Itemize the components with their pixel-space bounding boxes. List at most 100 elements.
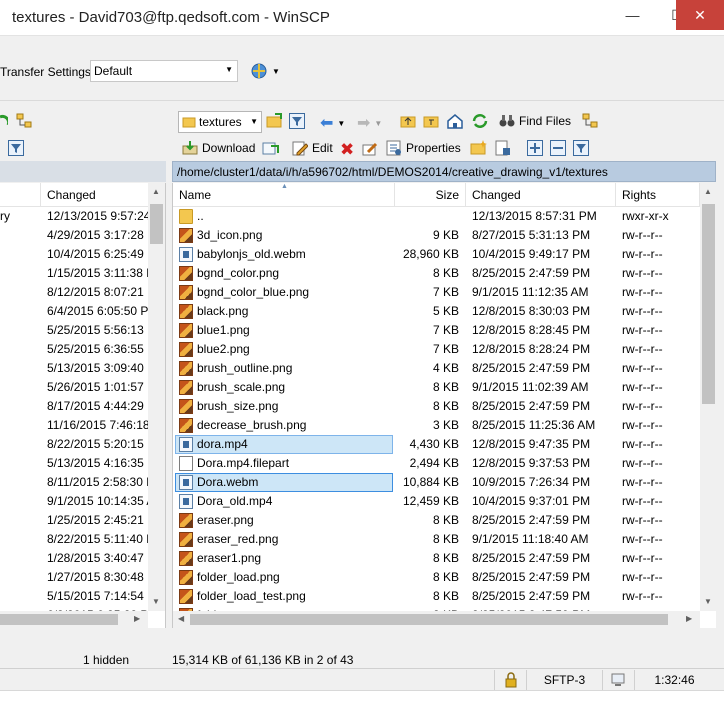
toolbar-divider bbox=[0, 100, 724, 101]
local-vertical-scrollbar[interactable]: ▲ ▼ bbox=[148, 183, 165, 611]
local-file-row[interactable]: 1/15/2015 3:11:38 P bbox=[0, 264, 165, 283]
download-button[interactable]: Download bbox=[182, 140, 255, 156]
image-file-icon bbox=[179, 399, 193, 414]
remote-file-row[interactable]: dora.mp4 4,430 KB 12/8/2015 9:47:35 PM rw-r… bbox=[173, 435, 716, 454]
filter-selection-button[interactable] bbox=[573, 140, 589, 156]
local-file-row[interactable]: 1/25/2015 2:45:21 P bbox=[0, 511, 165, 530]
remote-column-changed[interactable]: Changed bbox=[466, 183, 616, 207]
left-path-bar bbox=[0, 161, 166, 182]
local-file-row[interactable]: 8/22/2015 5:20:15 P bbox=[0, 435, 165, 454]
local-file-name bbox=[0, 340, 40, 359]
remote-file-row[interactable]: eraser_red.png 8 KB 9/1/2015 11:18:40 AM rw… bbox=[173, 530, 716, 549]
select-files-button[interactable] bbox=[527, 140, 543, 156]
remote-file-row[interactable]: Dora_old.mp4 12,459 KB 10/4/2015 9:37:01 P… bbox=[173, 492, 716, 511]
local-file-row[interactable]: 6/4/2015 6:05:50 PI bbox=[0, 302, 165, 321]
refresh-button[interactable] bbox=[471, 113, 489, 129]
local-file-row[interactable]: 8/12/2015 8:07:21 P bbox=[0, 283, 165, 302]
find-files-button[interactable]: Find Files bbox=[499, 113, 571, 129]
remote-horizontal-scrollbar[interactable]: ◀ ▶ bbox=[173, 611, 700, 628]
left-tree-button[interactable] bbox=[16, 113, 34, 129]
remote-file-row[interactable]: blue2.png 7 KB 12/8/2015 8:28:24 PM rw-r--r… bbox=[173, 340, 716, 359]
remote-file-row[interactable]: folder_load_test.png 8 KB 8/25/2015 2:47:5… bbox=[173, 587, 716, 606]
remote-file-row[interactable]: black.png 5 KB 12/8/2015 8:30:03 PM rw-r--r… bbox=[173, 302, 716, 321]
remote-file-row[interactable]: eraser1.png 8 KB 8/25/2015 2:47:59 PM rw-r-… bbox=[173, 549, 716, 568]
close-button[interactable]: ✕ bbox=[676, 0, 724, 30]
remote-vertical-scrollbar[interactable]: ▲ ▼ bbox=[700, 183, 716, 611]
remote-file-row[interactable]: decrease_brush.png 3 KB 8/25/2015 11:25:36… bbox=[173, 416, 716, 435]
forward-button[interactable]: ➡ ▼ bbox=[357, 113, 382, 133]
download-queue-icon bbox=[262, 142, 279, 155]
remote-file-row[interactable]: Dora.webm 10,884 KB 10/9/2015 7:26:34 PM rw… bbox=[173, 473, 716, 492]
unselect-files-button[interactable] bbox=[550, 140, 566, 156]
remote-file-row[interactable]: bgnd_color.png 8 KB 8/25/2015 2:47:59 PM rw… bbox=[173, 264, 716, 283]
filter-button[interactable] bbox=[289, 113, 305, 129]
tree-button[interactable] bbox=[582, 113, 600, 129]
local-column-name[interactable] bbox=[0, 183, 41, 207]
remote-file-row[interactable]: blue1.png 7 KB 12/8/2015 8:28:45 PM rw-r--r… bbox=[173, 321, 716, 340]
remote-column-name[interactable]: Name ▲ bbox=[173, 183, 395, 207]
folder-open-icon bbox=[266, 113, 282, 128]
remote-file-row[interactable]: brush_outline.png 4 KB 8/25/2015 2:47:59 P… bbox=[173, 359, 716, 378]
local-file-row[interactable]: 5/25/2015 5:56:13 P bbox=[0, 321, 165, 340]
local-file-row[interactable]: 8/17/2015 4:44:29 P bbox=[0, 397, 165, 416]
new-folder-button[interactable] bbox=[470, 140, 488, 156]
remote-file-row[interactable]: brush_size.png 8 KB 8/25/2015 2:47:59 PM rw… bbox=[173, 397, 716, 416]
download-options-button[interactable] bbox=[262, 140, 280, 156]
local-file-row[interactable]: 1/27/2015 8:30:48 P bbox=[0, 568, 165, 587]
home-directory-button[interactable] bbox=[446, 113, 464, 129]
remote-file-panel[interactable]: Name ▲ Size Changed Rights .. 12/13/2015 … bbox=[172, 183, 716, 628]
remote-file-row[interactable]: .. 12/13/2015 8:57:31 PM rwxr-xr-x bbox=[173, 207, 716, 226]
properties-button[interactable]: Properties bbox=[386, 140, 461, 156]
local-file-panel[interactable]: Changed ry 12/13/2015 9:57:24 4/29/2015 3:… bbox=[0, 183, 166, 628]
properties-label: Properties bbox=[406, 141, 461, 155]
local-file-row[interactable]: 10/4/2015 6:25:49 P bbox=[0, 245, 165, 264]
local-scroll-thumb[interactable] bbox=[150, 204, 163, 244]
local-horizontal-scrollbar[interactable]: ▶ bbox=[0, 611, 148, 628]
remote-hscroll-thumb[interactable] bbox=[190, 614, 668, 625]
remote-scroll-thumb[interactable] bbox=[702, 204, 715, 404]
delete-button[interactable]: ✖ bbox=[340, 140, 354, 160]
minimize-button[interactable]: — bbox=[610, 0, 655, 30]
remote-file-row[interactable]: folder_load.png 8 KB 8/25/2015 2:47:59 PM r… bbox=[173, 568, 716, 587]
directory-select[interactable]: textures ▼ bbox=[178, 111, 262, 133]
remote-column-rights[interactable]: Rights bbox=[616, 183, 700, 207]
encryption-indicator[interactable] bbox=[494, 670, 526, 690]
local-file-row[interactable]: 4/29/2015 3:17:28 P bbox=[0, 226, 165, 245]
rename-button[interactable] bbox=[362, 140, 378, 156]
open-directory-button[interactable] bbox=[266, 113, 284, 129]
local-file-row[interactable]: 1/28/2015 3:40:47 P bbox=[0, 549, 165, 568]
remote-file-row[interactable]: Dora.mp4.filepart 2,494 KB 12/8/2015 9:37:… bbox=[173, 454, 716, 473]
remote-file-rights: rw-r--r-- bbox=[622, 589, 663, 603]
edit-button[interactable]: Edit bbox=[292, 140, 333, 156]
local-file-row[interactable]: 5/15/2015 7:14:54 P bbox=[0, 587, 165, 606]
local-file-row[interactable]: 5/13/2015 3:09:40 P bbox=[0, 359, 165, 378]
image-file-icon bbox=[179, 323, 193, 338]
local-file-row[interactable]: 9/1/2015 10:14:35 A bbox=[0, 492, 165, 511]
compression-indicator[interactable] bbox=[602, 670, 634, 690]
remote-file-row[interactable]: eraser.png 8 KB 8/25/2015 2:47:59 PM rw-r--… bbox=[173, 511, 716, 530]
local-column-changed[interactable]: Changed bbox=[41, 183, 149, 207]
transfer-preset-button[interactable]: ▼ bbox=[250, 59, 284, 83]
remote-column-size[interactable]: Size bbox=[395, 183, 466, 207]
local-file-row[interactable]: 5/13/2015 4:16:35 P bbox=[0, 454, 165, 473]
local-file-row[interactable]: 5/26/2015 1:01:57 P bbox=[0, 378, 165, 397]
left-refresh-button[interactable] bbox=[0, 113, 8, 129]
local-file-row[interactable]: 8/22/2015 5:11:40 P bbox=[0, 530, 165, 549]
remote-file-changed: 8/25/2015 2:47:59 PM bbox=[472, 399, 591, 413]
local-file-row[interactable]: 11/16/2015 7:46:18 bbox=[0, 416, 165, 435]
local-file-row[interactable]: 5/25/2015 6:36:55 P bbox=[0, 340, 165, 359]
remote-file-row[interactable]: brush_scale.png 8 KB 9/1/2015 11:02:39 AM r… bbox=[173, 378, 716, 397]
new-file-button[interactable] bbox=[494, 140, 512, 156]
remote-path-bar[interactable]: /home/cluster1/data/i/h/a596702/html/DEM… bbox=[172, 161, 716, 182]
remote-file-row[interactable]: bgnd_color_blue.png 7 KB 9/1/2015 11:12:35… bbox=[173, 283, 716, 302]
back-button[interactable]: ⬅ ▼ bbox=[320, 113, 345, 133]
root-directory-button[interactable] bbox=[423, 113, 441, 129]
local-file-row[interactable]: ry 12/13/2015 9:57:24 bbox=[0, 207, 165, 226]
parent-directory-button[interactable] bbox=[400, 113, 418, 129]
local-file-row[interactable]: 8/11/2015 2:58:30 P bbox=[0, 473, 165, 492]
transfer-settings-select[interactable]: Default ▼ bbox=[90, 60, 238, 82]
local-hscroll-thumb[interactable] bbox=[0, 614, 118, 625]
remote-file-row[interactable]: babylonjs_old.webm 28,960 KB 10/4/2015 9:4… bbox=[173, 245, 716, 264]
remote-file-row[interactable]: 3d_icon.png 9 KB 8/27/2015 5:31:13 PM rw-r-… bbox=[173, 226, 716, 245]
left-filter-button[interactable] bbox=[8, 140, 24, 156]
